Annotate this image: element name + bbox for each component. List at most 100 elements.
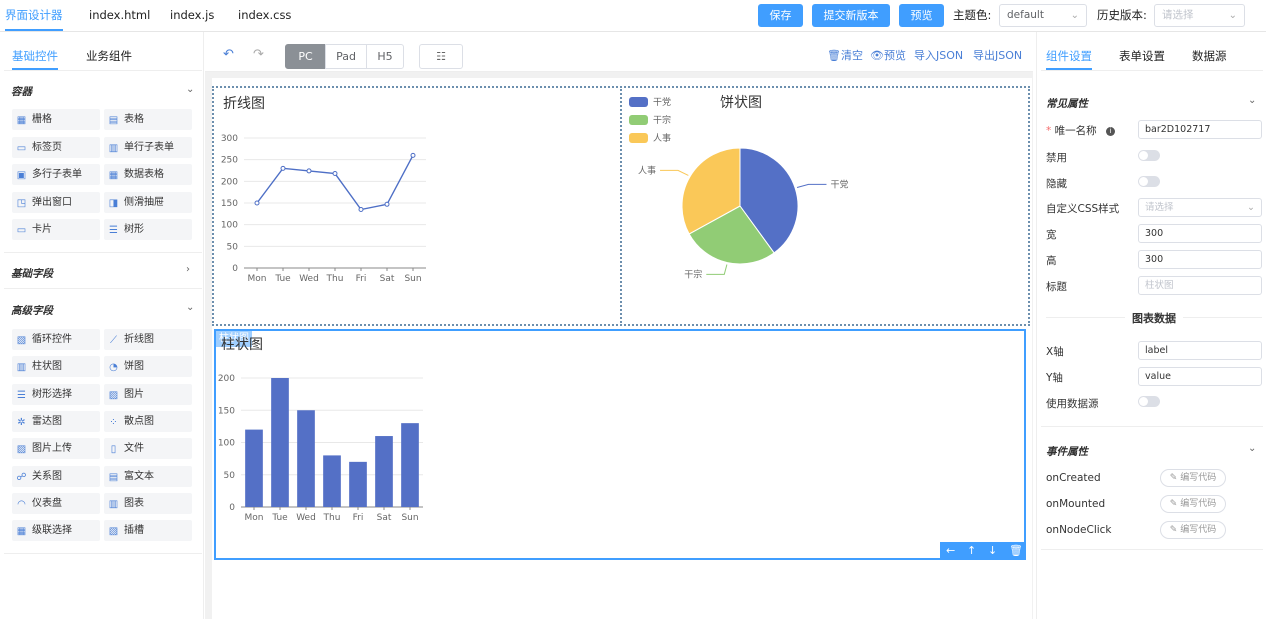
device-pad-button[interactable]: Pad (325, 44, 367, 69)
hidden-toggle[interactable] (1138, 176, 1160, 187)
theme-select[interactable]: default ⌄ (999, 4, 1087, 27)
pie-chart-widget[interactable]: 饼状图 干党 干宗 人事 干党 干宗 人事 (620, 86, 1030, 326)
tab-index-css[interactable]: index.css (238, 0, 291, 31)
component-gauge[interactable]: ◠ 仪表盘 (12, 492, 100, 514)
component-subform[interactable]: ▥ 单行子表单 (104, 136, 192, 158)
component-radar-chart[interactable]: ✲ 雷达图 (12, 410, 100, 432)
use-source-toggle[interactable] (1138, 396, 1160, 407)
component-tree-select[interactable]: ☰ 树形选择 (12, 383, 100, 405)
bar-chart-widget[interactable]: 柱状图 柱状图 0 50 100 150 200 Mon Tue Wed Thu Fri Sat Su… (214, 329, 1026, 560)
component-label: 柱状图 (32, 361, 62, 373)
history-select[interactable]: 请选择 ⌄ (1154, 4, 1245, 27)
export-json-button[interactable]: 导出JSON (973, 48, 1022, 64)
component-file[interactable]: ▯ 文件 (104, 438, 192, 460)
write-code-button[interactable]: ✎ 编写代码 (1160, 495, 1226, 513)
component-data-table[interactable]: ▦ 数据表格 (104, 164, 192, 185)
line-chart-widget[interactable]: 折线图 0 50 100 150 200 250 300 Mon Tue Wed Thu Fri Sat… (212, 86, 622, 326)
bar (375, 436, 393, 507)
unique-name-input[interactable]: bar2D102717 (1138, 120, 1262, 139)
device-h5-button[interactable]: H5 (366, 44, 404, 69)
chevron-down-icon[interactable]: ⌄ (1248, 95, 1256, 106)
common-props-title[interactable]: 常见属性 (1046, 96, 1088, 111)
bar-chart: 0 50 100 150 200 Mon Tue Wed Thu Fri Sat Sun (218, 374, 423, 523)
submit-version-button[interactable]: 提交新版本 (812, 4, 890, 27)
x-tick-label: Sun (404, 274, 421, 284)
save-button[interactable]: 保存 (758, 4, 803, 27)
chevron-down-icon[interactable]: ⌄ (186, 302, 194, 313)
tab-data-source[interactable]: 数据源 (1192, 42, 1227, 70)
component-pie-chart[interactable]: ◔ 饼图 (104, 356, 192, 378)
component-label: 多行子表单 (32, 169, 82, 180)
component-card[interactable]: ▭ 卡片 (12, 219, 100, 240)
width-input[interactable]: 300 (1138, 224, 1262, 243)
tab-component-settings[interactable]: 组件设置 (1046, 42, 1092, 70)
section-basic-fields-title[interactable]: 基础字段 (11, 266, 53, 281)
chevron-down-icon[interactable]: ⌄ (1248, 443, 1256, 454)
height-input[interactable]: 300 (1138, 250, 1262, 269)
device-pc-button[interactable]: PC (285, 44, 326, 69)
bar (271, 378, 289, 507)
disabled-toggle[interactable] (1138, 150, 1160, 161)
component-chart[interactable]: ▥ 图表 (104, 492, 192, 514)
component-tree[interactable]: ☰ 树形 (104, 219, 192, 240)
image-icon: ▨ (108, 389, 119, 401)
component-cascader[interactable]: ▦ 级联选择 (12, 520, 100, 542)
component-drawer[interactable]: ◨ 侧滑抽屉 (104, 191, 192, 213)
custom-css-select[interactable]: 请选择 ⌄ (1138, 198, 1262, 217)
tab-index-js[interactable]: index.js (170, 0, 214, 31)
component-multi-subform[interactable]: ▣ 多行子表单 (12, 164, 100, 185)
component-image-upload[interactable]: ▨ 图片上传 (12, 438, 100, 460)
tab-designer[interactable]: 界面设计器 (5, 0, 63, 31)
component-scatter-chart[interactable]: ⁘ 散点图 (104, 410, 192, 432)
design-canvas[interactable]: 折线图 0 50 100 150 200 250 300 Mon Tue Wed Thu Fri Sat… (205, 72, 1033, 619)
bar (323, 455, 341, 507)
tab-form-settings[interactable]: 表单设置 (1119, 42, 1165, 70)
component-loop[interactable]: ▧ 循环控件 (12, 329, 100, 350)
redo-icon[interactable]: ↷ (253, 47, 264, 62)
data-point (306, 168, 312, 174)
component-bar-chart[interactable]: ▥ 柱状图 (12, 356, 100, 378)
component-rich-text[interactable]: ▤ 富文本 (104, 465, 192, 487)
arrow-left-icon[interactable]: ← (946, 542, 955, 560)
clear-button[interactable]: 🗑︎清空 (827, 48, 863, 64)
y-tick-label: 200 (221, 177, 238, 187)
component-label: 树形 (124, 224, 144, 235)
canvas-preview-button[interactable]: 👁︎预览 (870, 48, 906, 64)
chevron-down-icon[interactable]: ⌄ (186, 84, 194, 95)
write-code-button[interactable]: ✎ 编写代码 (1160, 521, 1226, 539)
component-label: 饼图 (124, 361, 144, 373)
section-advanced-fields-title[interactable]: 高级字段 (11, 303, 53, 318)
arrow-down-icon[interactable]: ↓ (988, 542, 997, 560)
component-popup-window[interactable]: ◳ 弹出窗口 (12, 191, 100, 213)
preview-button[interactable]: 预览 (899, 4, 944, 27)
component-relation-graph[interactable]: ☍ 关系图 (12, 465, 100, 487)
x-axis-input[interactable]: label (1138, 341, 1262, 360)
import-json-button[interactable]: 导入JSON (914, 48, 963, 64)
write-code-button[interactable]: ✎ 编写代码 (1160, 469, 1226, 487)
component-table[interactable]: ▤ 表格 (104, 109, 192, 130)
edit-icon: ✎ (1169, 499, 1181, 509)
data-table-icon: ▦ (108, 170, 119, 181)
y-tick-label: 150 (218, 406, 235, 416)
component-folder-tab[interactable]: ▭ 标签页 (12, 136, 100, 158)
chevron-right-icon[interactable]: › (186, 264, 190, 275)
component-image[interactable]: ▨ 图片 (104, 383, 192, 405)
top-bar: 界面设计器 index.html index.js index.css 保存 提… (0, 0, 1266, 32)
event-props-title[interactable]: 事件属性 (1046, 444, 1088, 459)
y-axis-input[interactable]: value (1138, 367, 1262, 386)
component-line-chart[interactable]: ⟋ 折线图 (104, 329, 192, 350)
undo-icon[interactable]: ↶ (223, 47, 234, 62)
data-point (410, 152, 416, 158)
tab-index-html[interactable]: index.html (89, 0, 150, 31)
title-input[interactable]: 柱状图 (1138, 276, 1262, 295)
delete-icon[interactable]: 🗑︎ (1009, 542, 1023, 560)
tab-basic-controls[interactable]: 基础控件 (12, 42, 58, 70)
tab-business-components[interactable]: 业务组件 (86, 42, 132, 70)
component-slot[interactable]: ▧ 插槽 (104, 520, 192, 542)
x-tick-label: Thu (323, 513, 341, 523)
section-container-title[interactable]: 容器 (11, 84, 32, 99)
component-grid[interactable]: ▦ 栅格 (12, 109, 100, 130)
arrow-up-icon[interactable]: ↑ (967, 542, 976, 560)
x-tick-label: Fri (356, 274, 367, 284)
tree-view-button[interactable]: ☷ (419, 44, 463, 69)
